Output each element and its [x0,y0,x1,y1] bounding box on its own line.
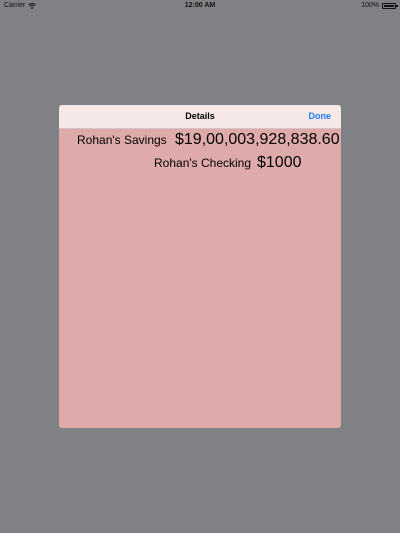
battery-icon [382,2,398,9]
status-time: 12:00 AM [184,2,216,9]
account-name: Rohan's Savings [77,133,167,147]
done-button[interactable]: Done [309,111,332,121]
account-amount: $1000 [257,154,302,171]
account-row-savings: Rohan's Savings $19,00,003,928,838.60 [59,131,341,148]
account-row-checking: Rohan's Checking $1000 [59,154,341,171]
status-right: 100% [361,2,398,9]
battery-percent: 100% [361,2,379,9]
details-modal: Details Done Rohan's Savings $19,00,003,… [59,105,341,428]
account-amount: $19,00,003,928,838.60 [175,131,340,148]
modal-header: Details Done [59,105,341,129]
account-name: Rohan's Checking [154,156,252,170]
modal-title: Details [185,111,215,121]
status-bar: Carrier 12:00 AM 100% [0,0,400,12]
